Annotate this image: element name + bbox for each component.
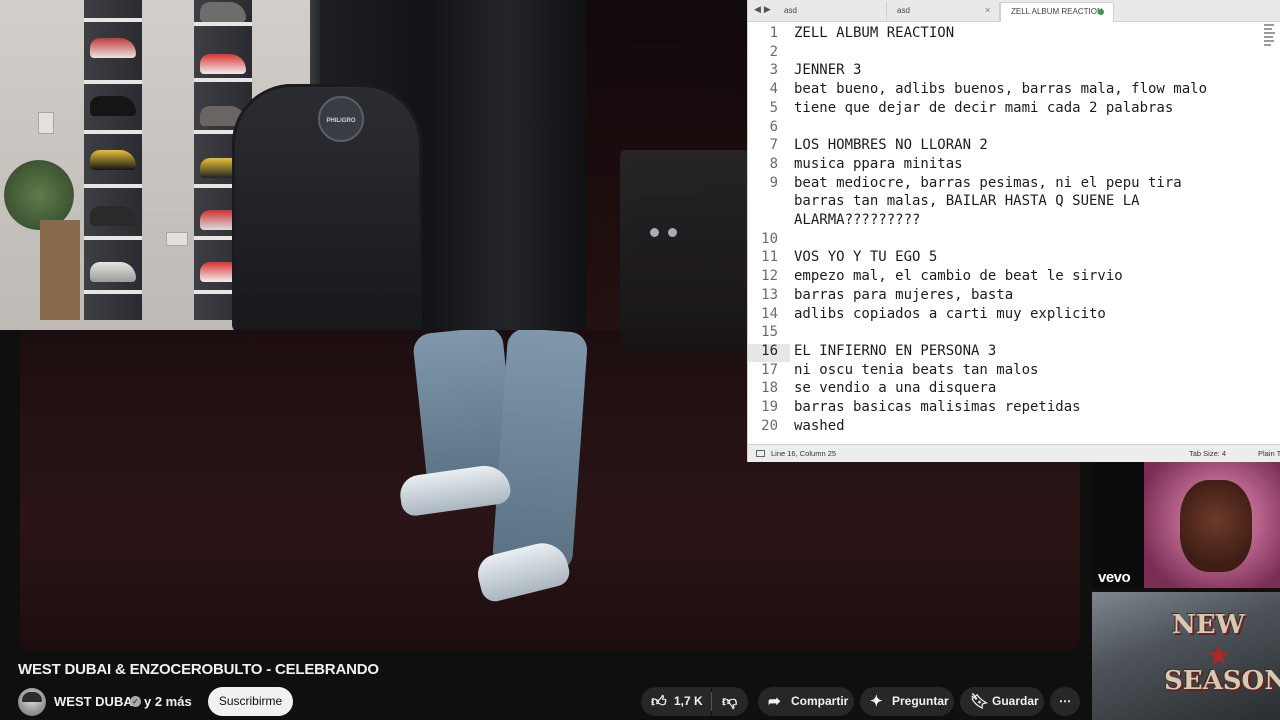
save-label: Guardar <box>992 694 1039 708</box>
editor-tab-active[interactable]: ZELL ALBUM REACTION <box>1000 2 1114 22</box>
recommended-video-thumbnail[interactable]: vevo <box>1092 462 1280 588</box>
code-line[interactable]: washed <box>794 418 845 434</box>
line-number: 14 <box>761 305 778 322</box>
tab-size[interactable]: Tab Size: 4 <box>1189 445 1226 462</box>
code-line[interactable]: musica ppara minitas <box>794 156 963 172</box>
code-line[interactable]: JENNER 3 <box>794 62 861 78</box>
plant-stand <box>40 220 80 320</box>
line-number: 11 <box>761 249 778 266</box>
dislike-button[interactable]: 👎︎ <box>712 687 748 716</box>
video-title: WEST DUBAI & ENZOCEROBULTO - CELEBRANDO <box>18 661 379 678</box>
editor-tab[interactable]: asd ✕ <box>887 2 1000 22</box>
wall-outlet <box>166 232 188 246</box>
thumbnail-title-line2: SEASON <box>1164 666 1280 696</box>
line-number: 20 <box>761 417 778 434</box>
channel-name[interactable]: WEST DUBAI <box>54 694 136 709</box>
screen: PHILIGRO ◀▶ asd asd ✕ ZELL ALBUM REACTIO… <box>0 0 1280 720</box>
code-line[interactable]: beat bueno, adlibs buenos, barras mala, … <box>794 81 1207 97</box>
thumbnail-title-line1: NEW <box>1172 610 1245 640</box>
line-number: 7 <box>769 137 778 154</box>
editor-tab-label: ZELL ALBUM REACTION <box>1011 7 1103 16</box>
code-line[interactable]: empezo mal, el cambio de beat le sirvio <box>794 268 1123 284</box>
code-line[interactable]: barras basicas malisimas repetidas <box>794 399 1081 415</box>
line-number: 17 <box>761 361 778 378</box>
chair-logo: PHILIGRO <box>318 96 364 142</box>
line-number: 12 <box>761 268 778 285</box>
code-area[interactable]: 1 ZELL ALBUM REACTION 2 3 JENNER 3 4 beat buen… <box>748 22 1263 444</box>
more-dots-icon: ⋯ <box>1059 694 1071 708</box>
syntax-mode[interactable]: Plain Te <box>1258 445 1280 462</box>
channel-avatar[interactable] <box>18 688 46 716</box>
share-icon: ➦ <box>768 693 781 710</box>
more-actions-button[interactable]: ⋯ <box>1050 687 1080 716</box>
cursor-position[interactable]: Line 16, Column 25 <box>771 445 836 462</box>
editor-tab-label: asd <box>897 6 910 15</box>
thumbs-down-icon: 👎︎ <box>722 693 738 710</box>
editor-tab[interactable]: asd <box>774 2 887 22</box>
line-number: 8 <box>769 155 778 172</box>
line-number: 15 <box>761 324 778 341</box>
line-number: 10 <box>761 230 778 247</box>
code-line[interactable]: beat mediocre, barras pesimas, ni el pep… <box>794 175 1182 191</box>
vevo-logo: vevo <box>1098 569 1131 586</box>
line-number: 4 <box>769 81 778 98</box>
like-count: 1,7 K <box>674 694 703 708</box>
code-line[interactable]: tiene que dejar de decir mami cada 2 pal… <box>794 100 1173 116</box>
share-label: Compartir <box>791 694 849 708</box>
save-button[interactable]: 🔖︎ Guardar <box>960 687 1044 716</box>
editor-tab-bar: ◀▶ asd asd ✕ ZELL ALBUM REACTION <box>748 0 1280 22</box>
code-line[interactable]: VOS YO Y TU EGO 5 <box>794 249 937 265</box>
code-line[interactable]: adlibs copiados a carti muy explicito <box>794 306 1106 322</box>
code-line[interactable]: EL INFIERNO EN PERSONA 3 <box>794 343 996 359</box>
line-number: 18 <box>761 380 778 397</box>
code-line[interactable]: barras para mujeres, basta <box>794 287 1013 303</box>
line-number: 6 <box>769 118 778 135</box>
subscribe-button[interactable]: Suscribirme <box>208 687 293 716</box>
recommended-video-thumbnail[interactable]: NEW ★ SEASON <box>1092 592 1280 720</box>
wall-outlet <box>38 112 54 134</box>
line-number: 13 <box>761 286 778 303</box>
line-number: 19 <box>761 399 778 415</box>
thumbnail-face <box>1180 480 1252 572</box>
line-number: 1 <box>769 25 778 41</box>
close-icon[interactable]: ✕ <box>984 2 991 20</box>
sparkle-icon: ✦ <box>870 693 883 710</box>
code-line[interactable]: ALARMA????????? <box>794 212 920 228</box>
code-line[interactable]: barras tan malas, BAILAR HASTA Q SUENE L… <box>794 193 1140 209</box>
verified-icon: ✓ <box>130 696 141 707</box>
minimap[interactable] <box>1264 24 1276 54</box>
panel-toggle-icon[interactable] <box>756 450 765 457</box>
line-number: 16 <box>761 342 778 359</box>
thumbs-up-icon: 👍︎ <box>651 693 667 710</box>
code-line[interactable]: LOS HOMBRES NO LLORAN 2 <box>794 137 988 153</box>
line-number: 9 <box>769 174 778 191</box>
editor-tab-label: asd <box>784 6 797 15</box>
more-channels[interactable]: y 2 más <box>144 694 192 709</box>
line-number: 2 <box>769 43 778 60</box>
video-equipment-stand <box>620 150 750 350</box>
bookmark-icon: 🔖︎ <box>970 693 990 710</box>
video-leg-right <box>491 327 589 573</box>
ask-label: Preguntar <box>892 694 949 708</box>
code-line[interactable]: ni oscu tenia beats tan malos <box>794 362 1038 378</box>
text-editor-window[interactable]: ◀▶ asd asd ✕ ZELL ALBUM REACTION 1 ZELL A… <box>747 0 1280 462</box>
sneaker-shelf-left <box>84 0 142 320</box>
code-line[interactable]: ZELL ALBUM REACTION <box>794 25 954 41</box>
webcam-overlay: PHILIGRO <box>0 0 586 330</box>
code-line[interactable]: se vendio a una disquera <box>794 380 996 396</box>
unsaved-dot-icon[interactable] <box>1098 9 1104 15</box>
like-button[interactable]: 👍︎ 1,7 K <box>641 687 711 716</box>
line-number: 5 <box>769 99 778 116</box>
editor-status-bar: Line 16, Column 25 Tab Size: 4 Plain Te <box>748 444 1280 462</box>
line-number: 3 <box>769 62 778 79</box>
share-button[interactable]: ➦ Compartir <box>758 687 854 716</box>
ask-button[interactable]: ✦ Preguntar <box>860 687 954 716</box>
tab-navigation-arrows-icon[interactable]: ◀▶ <box>754 4 774 15</box>
